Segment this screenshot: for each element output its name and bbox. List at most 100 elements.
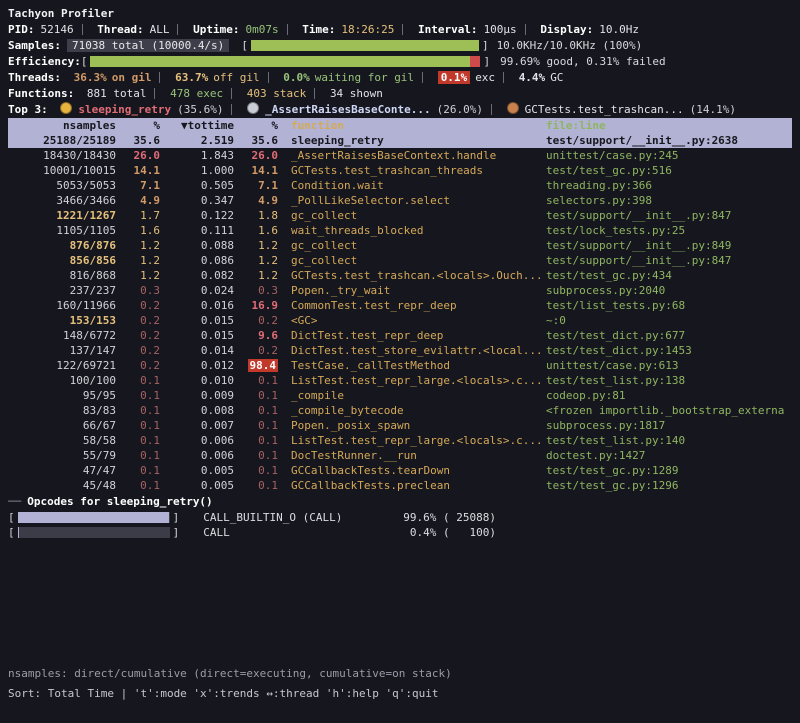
medal-icon [507, 102, 519, 114]
table-row[interactable]: 153/153 0.2 0.015 0.2 <GC> ~:0 [8, 313, 792, 328]
cell-function: wait_threads_blocked [278, 223, 546, 238]
threads-stats: 36.3%on gil 63.7%off gil 0.0%waiting for… [67, 71, 563, 84]
functions-stat-value: 403 stack [247, 87, 307, 100]
cell-tottime: 0.082 [160, 268, 234, 283]
cell-pct-direct: 1.2 [116, 238, 160, 253]
cell-tottime: 0.347 [160, 193, 234, 208]
table-row[interactable]: 47/47 0.1 0.005 0.1 GCCallbackTests.tear… [8, 463, 792, 478]
cell-nsamples: 160/11966 [8, 298, 116, 313]
table-row[interactable]: 66/67 0.1 0.007 0.1 Popen._posix_spawn s… [8, 418, 792, 433]
col-header-pct-cumulative[interactable]: % [234, 118, 278, 133]
bracket-open: [ [81, 55, 88, 68]
status-item-value: 18:26:25 [341, 23, 394, 36]
cell-tottime: 0.006 [160, 448, 234, 463]
cell-pct-cumulative: 1.6 [234, 223, 278, 238]
top3-label: Top 3: [8, 103, 48, 116]
status-item-label: Display: [540, 23, 593, 36]
thread-stat-name: waiting for gil [315, 71, 414, 84]
opcode-row: []CALL_BUILTIN_O (CALL)99.6% ( 25088) [8, 510, 792, 525]
top3-function-pct: (35.6%) [177, 103, 223, 116]
cell-nsamples: 95/95 [8, 388, 116, 403]
cell-nsamples: 55/79 [8, 448, 116, 463]
opcode-bar-fill [18, 527, 19, 538]
table-row[interactable]: 45/48 0.1 0.005 0.1 GCCallbackTests.prec… [8, 478, 792, 493]
cell-pct-direct: 0.2 [116, 343, 160, 358]
table-row[interactable]: 95/95 0.1 0.009 0.1 _compile codeop.py:8… [8, 388, 792, 403]
status-item-value: 10.0Hz [599, 23, 639, 36]
col-header-pct-direct[interactable]: % [116, 118, 160, 133]
cell-pct-cumulative: 0.2 [234, 313, 278, 328]
table-row[interactable]: 100/100 0.1 0.010 0.1 ListTest.test_repr… [8, 373, 792, 388]
opcodes-list: []CALL_BUILTIN_O (CALL)99.6% ( 25088) []… [8, 510, 792, 540]
status-line: PID:52146 Thread:ALL Uptime:0m07s Time:1… [8, 22, 792, 38]
cell-pct-direct: 1.7 [116, 208, 160, 223]
table-row[interactable]: 10001/10015 14.1 1.000 14.1 GCTests.test… [8, 163, 792, 178]
cell-pct-cumulative: 0.1 [234, 388, 278, 403]
table-row[interactable]: 1221/1267 1.7 0.122 1.8 gc_collect test/… [8, 208, 792, 223]
table-row[interactable]: 1105/1105 1.6 0.111 1.6 wait_threads_blo… [8, 223, 792, 238]
medal-icon [247, 102, 259, 114]
cell-pct-cumulative: 4.9 [234, 193, 278, 208]
thread-stat: 0.0%waiting for gil [283, 71, 431, 84]
bracket-close: ] [483, 55, 490, 68]
col-header-tottime-sorted[interactable]: ▼tottime [160, 118, 234, 133]
table-row[interactable]: 148/6772 0.2 0.015 9.6 DictTest.test_rep… [8, 328, 792, 343]
cell-tottime: 0.086 [160, 253, 234, 268]
table-row[interactable]: 160/11966 0.2 0.016 16.9 CommonTest.test… [8, 298, 792, 313]
cell-nsamples: 100/100 [8, 373, 116, 388]
cell-nsamples: 47/47 [8, 463, 116, 478]
cell-tottime: 0.005 [160, 478, 234, 493]
table-row[interactable]: 122/69721 0.2 0.012 98.4 TestCase._callT… [8, 358, 792, 373]
table-row[interactable]: 856/856 1.2 0.086 1.2 gc_collect test/su… [8, 253, 792, 268]
col-header-file-line[interactable]: file:line [546, 118, 792, 133]
cell-nsamples: 3466/3466 [8, 193, 116, 208]
table-row[interactable]: 3466/3466 4.9 0.347 4.9 _PollLikeSelecto… [8, 193, 792, 208]
opcodes-divider: ──Opcodes for sleeping_retry() [8, 494, 792, 510]
cell-function: ListTest.test_repr_large.<locals>.c... [278, 433, 546, 448]
thread-stat-name: on gil [112, 71, 152, 84]
col-header-function[interactable]: function [278, 118, 546, 133]
thread-stat: 63.7%off gil [175, 71, 276, 84]
cell-function: gc_collect [278, 208, 546, 223]
functions-stat: 881 total [87, 87, 164, 100]
efficiency-line: Efficiency:[]99.69% good, 0.31% failed [8, 54, 792, 70]
top3-item: GCTests.test_trashcan...(14.1%) [507, 103, 736, 116]
cell-function: GCTests.test_trashcan.<locals>.Ouch... [278, 268, 546, 283]
table-row[interactable]: 18430/18430 26.0 1.843 26.0 _AssertRaise… [8, 148, 792, 163]
table-row[interactable]: 83/83 0.1 0.008 0.1 _compile_bytecode <f… [8, 403, 792, 418]
cell-pct-direct: 0.1 [116, 433, 160, 448]
cell-pct-direct: 1.6 [116, 223, 160, 238]
cell-file-line: test/test_dict.py:1453 [546, 343, 792, 358]
cell-tottime: 0.016 [160, 298, 234, 313]
table-row[interactable]: 137/147 0.2 0.014 0.2 DictTest.test_stor… [8, 343, 792, 358]
table-row[interactable]: 816/868 1.2 0.082 1.2 GCTests.test_trash… [8, 268, 792, 283]
cell-file-line: unittest/case.py:613 [546, 358, 792, 373]
table-row[interactable]: 5053/5053 7.1 0.505 7.1 Condition.wait t… [8, 178, 792, 193]
efficiency-bar [90, 56, 480, 67]
table-row[interactable]: 58/58 0.1 0.006 0.1 ListTest.test_repr_l… [8, 433, 792, 448]
separator-icon [154, 88, 155, 99]
samples-label: Samples: [8, 39, 61, 52]
cell-tottime: 0.008 [160, 403, 234, 418]
bracket-close: ] [482, 39, 489, 52]
status-item: Interval:100μs [418, 23, 534, 36]
table-row[interactable]: 55/79 0.1 0.006 0.1 DocTestRunner.__run … [8, 448, 792, 463]
cell-pct-direct: 0.1 [116, 388, 160, 403]
table-row[interactable]: 25188/25189 35.6 2.519 35.6 sleeping_ret… [8, 133, 792, 148]
cell-pct-direct: 0.2 [116, 313, 160, 328]
cell-function: Condition.wait [278, 178, 546, 193]
samples-rate-bar-fill [251, 40, 479, 51]
cell-pct-cumulative: 16.9 [234, 298, 278, 313]
cell-pct-direct: 1.2 [116, 253, 160, 268]
cell-tottime: 2.519 [160, 133, 234, 148]
cell-tottime: 0.012 [160, 358, 234, 373]
status-item: PID:52146 [8, 23, 91, 36]
cell-file-line: test/test_gc.py:516 [546, 163, 792, 178]
cell-file-line: unittest/case.py:245 [546, 148, 792, 163]
status-item: Uptime:0m07s [193, 23, 295, 36]
table-row[interactable]: 876/876 1.2 0.088 1.2 gc_collect test/su… [8, 238, 792, 253]
threads-label: Threads: [8, 71, 61, 84]
col-header-nsamples[interactable]: nsamples [8, 118, 116, 133]
efficiency-bar-good [90, 56, 469, 67]
table-row[interactable]: 237/237 0.3 0.024 0.3 Popen._try_wait su… [8, 283, 792, 298]
